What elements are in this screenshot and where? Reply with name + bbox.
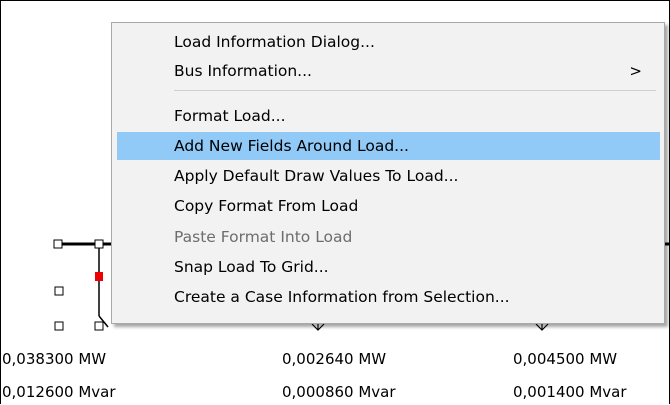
menu-item-create-case-information[interactable]: Create a Case Information from Selection… (117, 283, 660, 311)
bus-left[interactable] (53, 239, 111, 331)
menu-item-label: Load Information Dialog... (174, 33, 375, 51)
menu-separator (174, 90, 656, 91)
menu-item-paste-format-into-load: Paste Format Into Load (117, 223, 660, 251)
load-1-mw[interactable]: 0,038300 MW (2, 350, 106, 368)
menu-item-label: Bus Information... (174, 62, 312, 80)
load-3-mw[interactable]: 0,004500 MW (513, 350, 617, 368)
menu-item-copy-format-from-load[interactable]: Copy Format From Load (117, 192, 660, 220)
selection-handle-3[interactable] (94, 321, 104, 331)
menu-item-label: Add New Fields Around Load... (174, 137, 409, 155)
menu-item-label: Create a Case Information from Selection… (174, 288, 510, 306)
context-menu: Load Information Dialog... Bus Informati… (111, 22, 665, 324)
menu-item-label: Snap Load To Grid... (174, 258, 329, 276)
menu-item-apply-default-draw-values[interactable]: Apply Default Draw Values To Load... (117, 162, 660, 190)
menu-item-load-information-dialog[interactable]: Load Information Dialog... (117, 28, 660, 56)
menu-item-snap-load-to-grid[interactable]: Snap Load To Grid... (117, 253, 660, 281)
load-2-mvar[interactable]: 0,000860 Mvar (282, 383, 396, 401)
load-3-mvar[interactable]: 0,001400 Mvar (513, 383, 627, 401)
menu-item-label: Apply Default Draw Values To Load... (174, 167, 459, 185)
selection-handle-2[interactable] (54, 321, 64, 331)
load-2-mw[interactable]: 0,002640 MW (282, 350, 386, 368)
menu-item-label: Copy Format From Load (174, 197, 359, 215)
menu-item-add-new-fields-around-load[interactable]: Add New Fields Around Load... (117, 132, 660, 160)
menu-item-bus-information[interactable]: Bus Information... > (117, 57, 660, 85)
load-symbols (311, 323, 549, 331)
bus-handle-left-1[interactable] (53, 239, 63, 249)
load-1-mvar[interactable]: 0,012600 Mvar (2, 383, 116, 401)
bus-handle-left-2[interactable] (94, 239, 104, 249)
menu-item-format-load[interactable]: Format Load... (117, 102, 660, 130)
selection-handle-1[interactable] (54, 286, 64, 296)
menu-item-label: Format Load... (174, 107, 286, 125)
menu-item-label: Paste Format Into Load (174, 228, 353, 246)
selected-load-marker[interactable] (95, 272, 103, 281)
submenu-chevron-right-icon: > (629, 62, 642, 80)
